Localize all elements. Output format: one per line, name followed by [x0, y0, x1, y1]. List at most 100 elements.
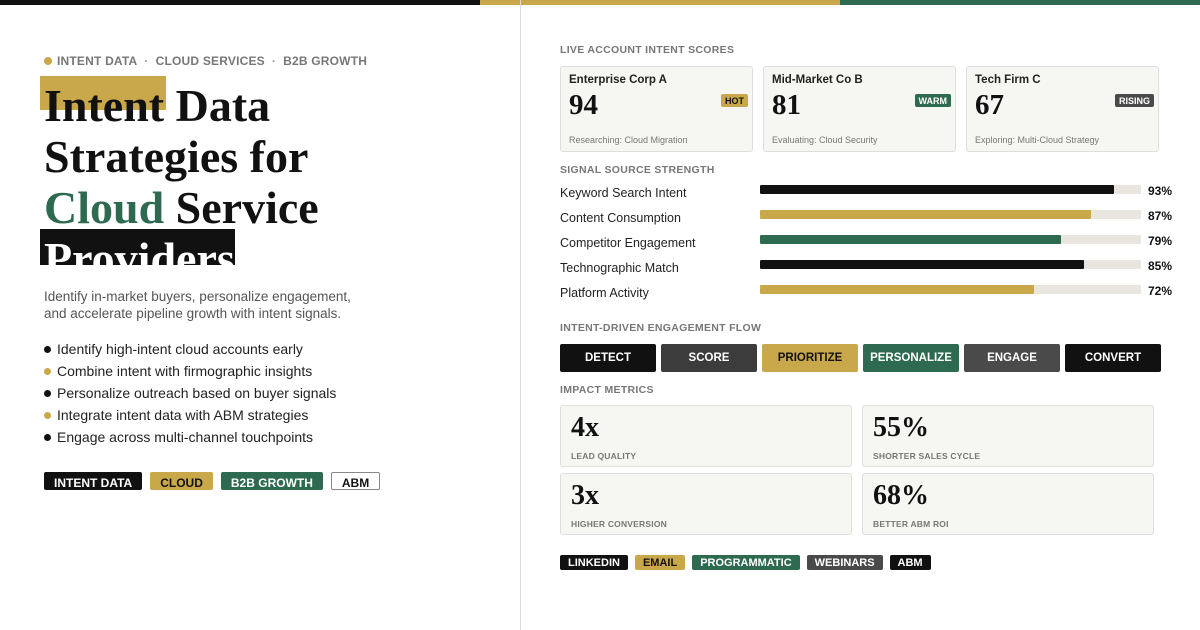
title-inverted-word: Providers: [44, 233, 235, 265]
flow-step-prioritize[interactable]: PRIORITIZE: [762, 344, 858, 372]
bullet-dot-icon: [44, 345, 51, 353]
account-score-cards: Enterprise Corp A 94 HOT Researching: Cl…: [560, 66, 1159, 152]
title-highlight-word: Intent: [44, 80, 165, 131]
breadcrumb-separator: ·: [144, 54, 149, 68]
top-accent-bar: [0, 0, 1200, 5]
metric-label: BETTER ABM ROI: [873, 519, 949, 529]
account-card[interactable]: Enterprise Corp A 94 HOT Researching: Cl…: [560, 66, 753, 152]
intent-score: 94: [569, 89, 598, 121]
signal-bar-track: [760, 260, 1141, 269]
tag-webinars[interactable]: WEBINARS: [806, 555, 883, 570]
metric-label: HIGHER CONVERSION: [571, 519, 667, 529]
page-title: Intent Data Strategies for Cloud Service…: [44, 80, 504, 265]
metric-card: 4x LEAD QUALITY: [560, 405, 852, 467]
list-item: Combine intent with firmographic insight…: [44, 360, 336, 382]
signal-bar-fill: [760, 185, 1115, 194]
flow-step-personalize[interactable]: PERSONALIZE: [863, 344, 959, 372]
signal-row: Competitor Engagement 79%: [560, 231, 1180, 256]
signal-value: 85%: [1148, 259, 1173, 273]
signal-label: Content Consumption: [560, 211, 681, 225]
signal-bar-fill: [760, 260, 1084, 269]
list-item: Personalize outreach based on buyer sign…: [44, 382, 336, 404]
signal-value: 93%: [1148, 184, 1173, 198]
accent-segment-green: [840, 0, 1200, 5]
signal-label: Keyword Search Intent: [560, 186, 687, 200]
tag-intent-data[interactable]: INTENT DATA: [44, 472, 143, 490]
account-name: Tech Firm C: [975, 74, 1041, 86]
accent-segment-gold: [480, 0, 840, 5]
flow-step-engage[interactable]: ENGAGE: [964, 344, 1060, 372]
breadcrumb-dot-icon: [44, 57, 52, 65]
section-label-impact: IMPACT METRICS: [560, 384, 654, 396]
breadcrumb-item: CLOUD SERVICES: [155, 54, 265, 68]
bullet-dot-icon: [44, 433, 51, 441]
signal-bar-track: [760, 185, 1141, 194]
account-name: Mid-Market Co B: [772, 74, 863, 86]
signal-label: Platform Activity: [560, 286, 649, 300]
signal-bar-track: [760, 210, 1141, 219]
channel-tags: LINKEDIN EMAIL PROGRAMMATIC WEBINARS ABM: [560, 555, 931, 570]
metric-value: 55%: [873, 412, 929, 443]
feature-list: Identify high-intent cloud accounts earl…: [44, 338, 336, 448]
intent-score: 67: [975, 89, 1004, 121]
tag-cloud[interactable]: CLOUD: [150, 472, 213, 490]
account-activity: Exploring: Multi-Cloud Strategy: [975, 135, 1100, 145]
subtitle: Identify in-market buyers, personalize e…: [44, 289, 351, 321]
accent-segment-black: [0, 0, 480, 5]
signal-bar-fill: [760, 285, 1035, 294]
tag-abm[interactable]: ABM: [889, 555, 931, 570]
metric-card: 68% BETTER ABM ROI: [862, 473, 1154, 535]
list-item: Engage across multi-channel touchpoints: [44, 426, 336, 448]
title-accent-word: Cloud: [44, 182, 165, 233]
metric-label: SHORTER SALES CYCLE: [873, 451, 981, 461]
bullet-dot-icon: [44, 389, 51, 397]
account-card[interactable]: Mid-Market Co B 81 WARM Evaluating: Clou…: [763, 66, 956, 152]
section-label-flow: INTENT-DRIVEN ENGAGEMENT FLOW: [560, 322, 762, 334]
metric-card: 3x HIGHER CONVERSION: [560, 473, 852, 535]
account-activity: Evaluating: Cloud Security: [772, 135, 878, 145]
impact-metrics: 4x LEAD QUALITY 55% SHORTER SALES CYCLE …: [560, 405, 1155, 535]
panel-divider: [520, 0, 521, 630]
metric-value: 4x: [571, 412, 599, 443]
breadcrumb-separator: ·: [271, 54, 277, 68]
status-badge: HOT: [721, 94, 748, 107]
status-badge: WARM: [914, 94, 951, 107]
metric-card: 55% SHORTER SALES CYCLE: [862, 405, 1154, 467]
signal-row: Technographic Match 85%: [560, 256, 1180, 281]
signal-row: Platform Activity 72%: [560, 281, 1180, 306]
account-card[interactable]: Tech Firm C 67 RISING Exploring: Multi-C…: [966, 66, 1159, 152]
tag-abm[interactable]: ABM: [330, 472, 381, 490]
breadcrumb-item: INTENT DATA: [57, 54, 138, 68]
signal-value: 72%: [1148, 284, 1173, 298]
tag-email[interactable]: EMAIL: [634, 555, 686, 570]
tag-b2b-growth[interactable]: B2B GROWTH: [220, 472, 323, 490]
signal-bar-fill: [760, 235, 1061, 244]
bullet-dot-icon: [44, 367, 51, 375]
bullet-dot-icon: [44, 411, 51, 419]
signal-label: Competitor Engagement: [560, 236, 696, 250]
section-label-signals: SIGNAL SOURCE STRENGTH: [560, 164, 715, 176]
signal-bar-track: [760, 235, 1141, 244]
status-badge: RISING: [1114, 94, 1154, 107]
engagement-flow: DETECT SCORE PRIORITIZE PERSONALIZE ENGA…: [560, 344, 1161, 372]
list-item: Integrate intent data with ABM strategie…: [44, 404, 336, 426]
account-activity: Researching: Cloud Migration: [569, 135, 688, 145]
signal-label: Technographic Match: [560, 261, 679, 275]
signal-bar-track: [760, 285, 1141, 294]
tag-linkedin[interactable]: LINKEDIN: [560, 555, 628, 570]
flow-step-convert[interactable]: CONVERT: [1065, 344, 1161, 372]
signal-strength-list: Keyword Search Intent 93% Content Consum…: [560, 181, 1180, 306]
breadcrumb: INTENT DATA · CLOUD SERVICES · B2B GROWT…: [44, 54, 367, 68]
signal-row: Keyword Search Intent 93%: [560, 181, 1180, 206]
tag-programmatic[interactable]: PROGRAMMATIC: [692, 555, 800, 570]
flow-step-detect[interactable]: DETECT: [560, 344, 656, 372]
signal-value: 79%: [1148, 234, 1173, 248]
metric-value: 68%: [873, 480, 929, 511]
metric-label: LEAD QUALITY: [571, 451, 637, 461]
signal-value: 87%: [1148, 209, 1173, 223]
list-item: Identify high-intent cloud accounts earl…: [44, 338, 336, 360]
topic-tags: INTENT DATA CLOUD B2B GROWTH ABM: [44, 472, 381, 490]
intent-score: 81: [772, 89, 801, 121]
flow-step-score[interactable]: SCORE: [661, 344, 757, 372]
signal-row: Content Consumption 87%: [560, 206, 1180, 231]
